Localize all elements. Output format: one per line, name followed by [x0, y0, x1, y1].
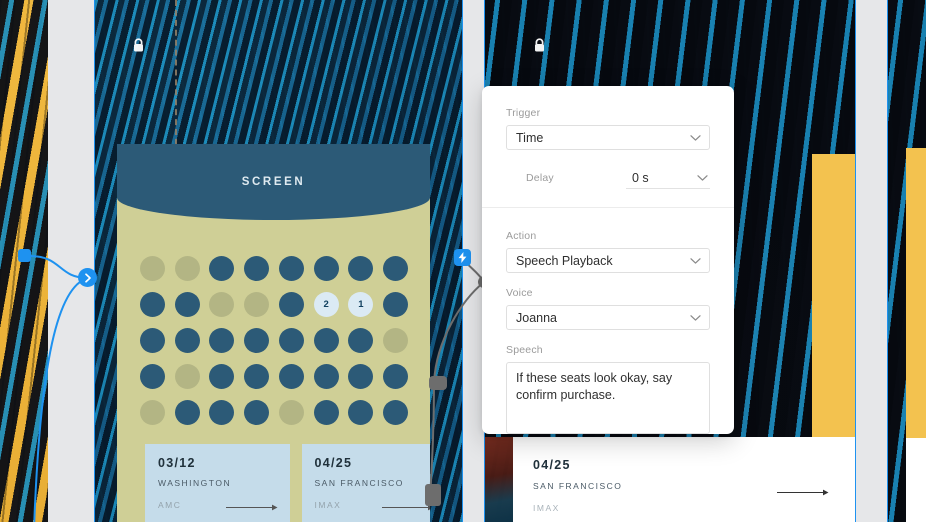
ticket-format: IMAX: [533, 503, 560, 513]
action-select[interactable]: Speech Playback: [506, 248, 710, 273]
seat-available[interactable]: [348, 364, 374, 389]
seat-selected[interactable]: 1: [348, 292, 374, 317]
seat-available[interactable]: [278, 256, 304, 281]
ticket-date: 04/25: [533, 458, 571, 472]
connector-handle[interactable]: [18, 249, 31, 262]
seat-taken[interactable]: [209, 292, 235, 317]
ticket-date: 04/25: [314, 456, 353, 470]
ticket-card[interactable]: 03/12 WASHINGTON AMC: [145, 444, 290, 522]
speech-textarea[interactable]: If these seats look okay, say confirm pu…: [506, 362, 710, 434]
seat-available[interactable]: [383, 292, 409, 317]
trigger-select[interactable]: Time: [506, 125, 710, 150]
artboard-right-sliver[interactable]: [888, 0, 926, 522]
ticket-summary: 04/25 SAN FRANCISCO IMAX: [533, 458, 833, 513]
action-value: Speech Playback: [516, 253, 613, 268]
seat-taken[interactable]: [244, 292, 270, 317]
voice-value: Joanna: [516, 310, 558, 325]
photo-texture-warm: [485, 437, 513, 522]
voice-label: Voice: [506, 287, 533, 299]
interaction-details-panel[interactable]: Trigger Time Delay 0 s Action Speech Pla…: [482, 86, 734, 434]
action-section: Action Speech Playback Voice Joanna Spee…: [482, 208, 734, 434]
ticket-card[interactable]: 04/25 SAN FRANCISCO IMAX: [301, 444, 430, 522]
seat-available[interactable]: [278, 292, 304, 317]
seat-available[interactable]: [383, 400, 409, 425]
seat-available[interactable]: [139, 292, 165, 317]
yellow-accent-block: [812, 154, 855, 437]
trigger-value: Time: [516, 130, 544, 145]
seat-taken[interactable]: [383, 328, 409, 353]
seat-available[interactable]: [244, 364, 270, 389]
arrow-right-icon[interactable]: [382, 499, 430, 511]
seat-available[interactable]: [174, 292, 200, 317]
seat-available[interactable]: [209, 328, 235, 353]
seat-selected[interactable]: 2: [313, 292, 339, 317]
speech-label: Speech: [506, 344, 543, 356]
lightning-bolt-icon[interactable]: [454, 249, 471, 266]
seat-map-card: SCREEN 21 03/12 WASHINGTON AMC 04/25 SAN FRA…: [117, 144, 430, 522]
seat-available[interactable]: [139, 364, 165, 389]
seat-available[interactable]: [348, 400, 374, 425]
screen-label: SCREEN: [241, 176, 306, 188]
seat-available[interactable]: [348, 256, 374, 281]
seat-available[interactable]: [313, 364, 339, 389]
delay-value: 0 s: [632, 170, 649, 185]
seat-available[interactable]: [244, 256, 270, 281]
delay-row: Delay 0 s: [506, 167, 710, 189]
chevron-right-icon[interactable]: [78, 268, 97, 287]
seat-available[interactable]: [278, 364, 304, 389]
screen-banner: SCREEN: [117, 144, 430, 220]
lock-icon: [533, 38, 546, 53]
action-label: Action: [506, 230, 537, 242]
trigger-label: Trigger: [506, 107, 541, 119]
chevron-down-icon: [690, 314, 701, 321]
seat-taken[interactable]: [174, 256, 200, 281]
chevron-down-icon: [690, 134, 701, 141]
arrow-right-icon[interactable]: [225, 499, 278, 511]
artboard-seat-picker[interactable]: SCREEN 21 03/12 WASHINGTON AMC 04/25 SAN FRA…: [95, 0, 462, 522]
seat-taken[interactable]: [174, 364, 200, 389]
voice-select[interactable]: Joanna: [506, 305, 710, 330]
seat-available[interactable]: [313, 400, 339, 425]
connector-endpoint[interactable]: [429, 376, 447, 390]
trigger-section: Trigger Time Delay 0 s: [482, 86, 734, 207]
delay-select[interactable]: 0 s: [626, 167, 710, 189]
seat-available[interactable]: [209, 400, 235, 425]
seat-available[interactable]: [209, 364, 235, 389]
seat-available[interactable]: [383, 256, 409, 281]
seat-available[interactable]: [313, 328, 339, 353]
ticket-city: WASHINGTON: [158, 478, 232, 488]
seat-available[interactable]: [209, 256, 235, 281]
ticket-city: SAN FRANCISCO: [314, 478, 404, 488]
chevron-down-icon: [697, 174, 708, 181]
design-canvas[interactable]: SCREEN 21 03/12 WASHINGTON AMC 04/25 SAN FRA…: [0, 0, 926, 522]
seat-grid[interactable]: 21: [135, 256, 413, 425]
seat-available[interactable]: [348, 328, 374, 353]
ticket-date: 03/12: [158, 456, 196, 470]
seat-available[interactable]: [313, 256, 339, 281]
seat-available[interactable]: [244, 400, 270, 425]
chevron-down-icon: [690, 257, 701, 264]
seat-available[interactable]: [244, 328, 270, 353]
lock-icon: [132, 38, 145, 53]
connector-endpoint[interactable]: [425, 484, 441, 506]
arrow-right-icon[interactable]: [777, 484, 829, 496]
seat-taken[interactable]: [139, 256, 165, 281]
seat-taken[interactable]: [139, 400, 165, 425]
ticket-row: 03/12 WASHINGTON AMC 04/25 SAN FRANCISCO IMAX: [139, 444, 430, 522]
seat-available[interactable]: [383, 364, 409, 389]
seat-available[interactable]: [174, 328, 200, 353]
seat-available[interactable]: [139, 328, 165, 353]
seat-taken[interactable]: [278, 400, 304, 425]
card-white-area: [906, 438, 926, 522]
delay-label: Delay: [526, 172, 554, 184]
yellow-accent-block: [906, 148, 926, 438]
seat-available[interactable]: [278, 328, 304, 353]
seat-available[interactable]: [174, 400, 200, 425]
